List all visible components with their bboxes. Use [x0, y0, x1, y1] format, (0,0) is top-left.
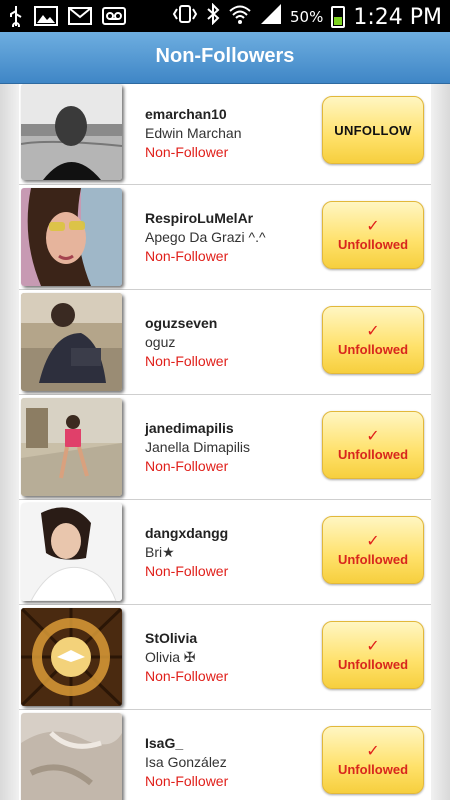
- list-item[interactable]: oguzseven oguz Non-Follower ✓ Unfollowed: [19, 290, 431, 395]
- gmail-icon: [68, 7, 92, 31]
- full-name: Edwin Marchan: [145, 125, 242, 141]
- usb-icon: [8, 5, 24, 33]
- unfollowed-label: Unfollowed: [337, 341, 409, 357]
- avatar[interactable]: [21, 293, 122, 391]
- checkmark-icon: ✓: [366, 322, 380, 340]
- username: IsaG_: [145, 735, 184, 751]
- unfollowed-button[interactable]: ✓ Unfollowed: [322, 306, 424, 374]
- username: dangxdangg: [145, 525, 229, 541]
- checkmark-icon: ✓: [366, 742, 380, 760]
- follower-status: Non-Follower: [145, 248, 229, 264]
- full-name: Olivia ✠: [145, 649, 196, 665]
- checkmark-icon: ✓: [366, 637, 380, 655]
- wifi-icon: [228, 4, 252, 30]
- unfollowed-button[interactable]: ✓ Unfollowed: [322, 621, 424, 689]
- unfollowed-label: Unfollowed: [337, 761, 409, 777]
- follower-status: Non-Follower: [145, 353, 229, 369]
- follower-status: Non-Follower: [145, 773, 229, 789]
- avatar[interactable]: [21, 503, 122, 601]
- checkmark-icon: ✓: [366, 532, 380, 550]
- unfollowed-button[interactable]: ✓ Unfollowed: [322, 726, 424, 794]
- follower-status: Non-Follower: [145, 458, 229, 474]
- battery-icon: [331, 6, 346, 28]
- unfollowed-button[interactable]: ✓ Unfollowed: [322, 201, 424, 269]
- full-name: oguz: [145, 334, 176, 350]
- list-item[interactable]: StOlivia Olivia ✠ Non-Follower ✓ Unfollo…: [19, 605, 431, 710]
- bluetooth-icon: [206, 2, 220, 31]
- unfollowed-button[interactable]: ✓ Unfollowed: [322, 516, 424, 584]
- full-name: Isa González: [145, 754, 227, 770]
- follower-status: Non-Follower: [145, 144, 229, 160]
- full-name: Janella Dimapilis: [145, 439, 251, 455]
- avatar[interactable]: [21, 713, 122, 800]
- voicemail-icon: [102, 7, 126, 31]
- clock: 1:24 PM: [353, 4, 442, 30]
- unfollow-button[interactable]: UNFOLLOW: [322, 96, 424, 164]
- follower-status: Non-Follower: [145, 563, 229, 579]
- unfollowed-label: Unfollowed: [337, 446, 409, 462]
- username: oguzseven: [145, 315, 218, 331]
- list-item[interactable]: janedimapilis Janella Dimapilis Non-Foll…: [19, 395, 431, 500]
- avatar[interactable]: [21, 188, 122, 286]
- list-item[interactable]: IsaG_ Isa González Non-Follower ✓ Unfoll…: [19, 710, 431, 800]
- avatar[interactable]: [21, 608, 122, 706]
- username: RespiroLuMelAr: [145, 210, 254, 226]
- list-item[interactable]: dangxdangg Bri★ Non-Follower ✓ Unfollowe…: [19, 500, 431, 605]
- list-item[interactable]: RespiroLuMelAr Apego Da Grazi ^.^ Non-Fo…: [19, 185, 431, 290]
- signal-icon: [260, 3, 282, 31]
- unfollowed-label: Unfollowed: [337, 551, 409, 567]
- notification-icons: [8, 5, 126, 33]
- system-icons: 50% 1:24 PM: [172, 2, 442, 31]
- follower-status: Non-Follower: [145, 668, 229, 684]
- checkmark-icon: ✓: [366, 427, 380, 445]
- unfollowed-label: Unfollowed: [337, 236, 409, 252]
- avatar[interactable]: [21, 84, 122, 180]
- non-followers-list[interactable]: emarchan10 Edwin Marchan Non-Follower UN…: [19, 84, 431, 800]
- checkmark-icon: ✓: [366, 217, 380, 235]
- status-bar: 50% 1:24 PM: [0, 0, 450, 32]
- page-title: Non-Followers: [155, 45, 295, 67]
- full-name: Bri★: [145, 544, 175, 560]
- list-item[interactable]: emarchan10 Edwin Marchan Non-Follower UN…: [19, 84, 431, 185]
- username: emarchan10: [145, 106, 227, 122]
- username: StOlivia: [145, 630, 198, 646]
- unfollowed-label: Unfollowed: [337, 656, 409, 672]
- app-header: Non-Followers: [0, 32, 450, 84]
- username: janedimapilis: [145, 420, 234, 436]
- vibrate-icon: [172, 4, 198, 30]
- unfollowed-button[interactable]: ✓ Unfollowed: [322, 411, 424, 479]
- unfollow-label: UNFOLLOW: [334, 122, 412, 138]
- avatar[interactable]: [21, 398, 122, 496]
- battery-percent: 50%: [290, 8, 324, 26]
- full-name: Apego Da Grazi ^.^: [145, 229, 266, 245]
- image-icon: [34, 6, 58, 32]
